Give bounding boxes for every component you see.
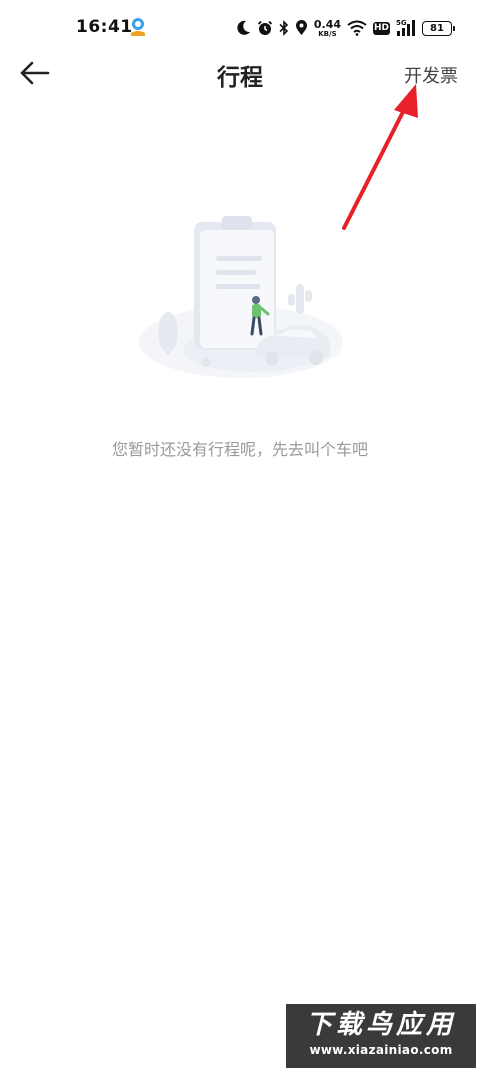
status-icons: 0.44 KB/S HD 5G 81: [237, 15, 455, 41]
cellular-signal-icon: 5G: [396, 19, 416, 37]
hd-icon: HD: [373, 21, 390, 35]
alarm-icon: [257, 20, 272, 35]
battery-level: 81: [430, 22, 444, 34]
status-time: 16:41: [76, 17, 133, 37]
app-notification-icon: [131, 18, 145, 36]
watermark-url: www.xiazainiao.com: [309, 1043, 453, 1057]
empty-trips-illustration: [139, 216, 343, 378]
moon-icon: [237, 20, 250, 35]
location-icon: [295, 20, 307, 35]
network-speed: 0.44 KB/S: [314, 19, 341, 38]
watermark-brand: 下载鸟应用: [305, 1010, 456, 1040]
network-speed-value: 0.44: [313, 17, 341, 31]
watermark: 下载鸟应用 www.xiazainiao.com: [286, 1004, 476, 1068]
network-speed-unit: KB/S: [318, 29, 337, 38]
empty-state-message: 您暂时还没有行程呢，先去叫个车吧: [111, 440, 368, 459]
bluetooth-icon: [279, 20, 289, 36]
battery-icon: 81: [422, 20, 455, 36]
wifi-icon: [347, 20, 367, 36]
issue-invoice-button[interactable]: 开发票: [404, 62, 458, 88]
nav-bar: 行程 开发票: [0, 48, 480, 100]
